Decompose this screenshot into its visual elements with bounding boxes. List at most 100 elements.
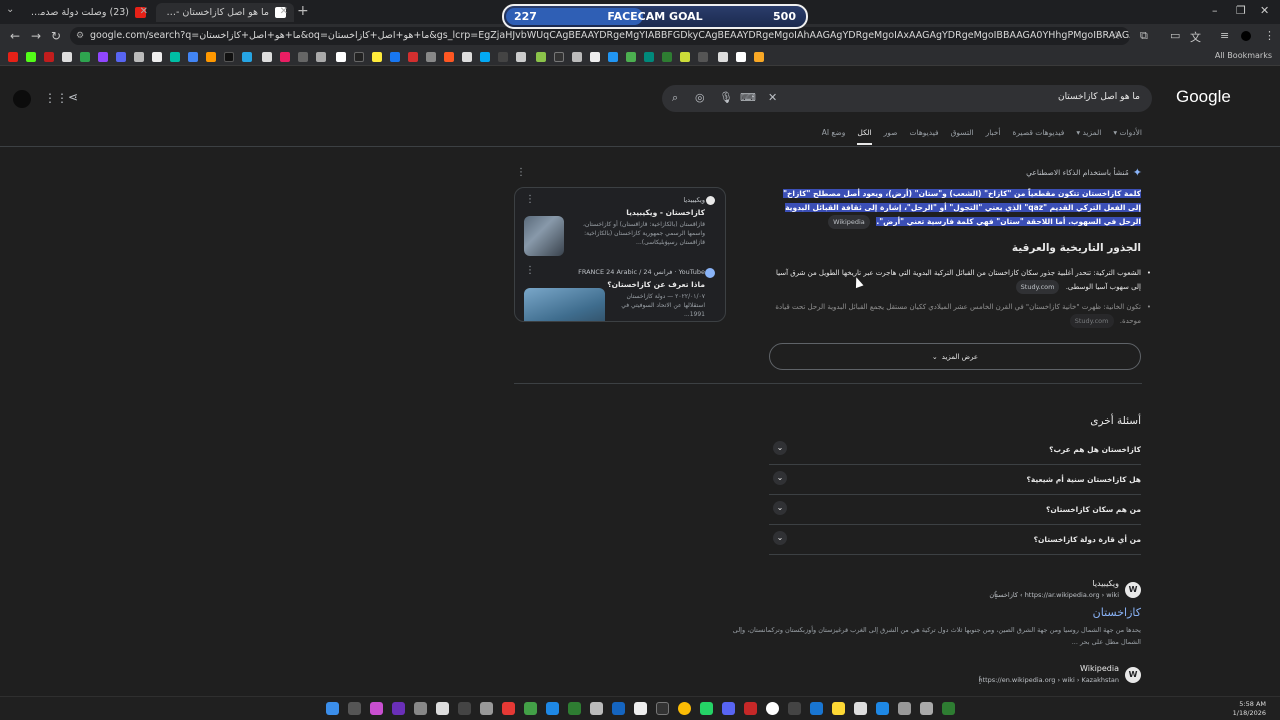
- reload-button[interactable]: ↻: [51, 29, 61, 43]
- tab-news[interactable]: أخبار: [986, 128, 1001, 145]
- tab-videos[interactable]: فيديوهات: [910, 128, 939, 145]
- question-item[interactable]: من أي قارة دولة كازاخستان؟ ⌄: [769, 525, 1141, 555]
- translate-icon[interactable]: 文: [1190, 29, 1201, 45]
- bookmark-icon[interactable]: [498, 52, 508, 62]
- bookmark-icon[interactable]: [698, 52, 708, 62]
- taskbar-app-icon[interactable]: [524, 702, 537, 715]
- taskbar-app-icon[interactable]: [414, 702, 427, 715]
- address-bar[interactable]: ⚙ google.com/search?q=ما+هو+اصل+كازاخستا…: [70, 27, 1130, 45]
- share-icon[interactable]: ⋖: [68, 90, 78, 104]
- bookmark-icon[interactable]: [354, 52, 364, 62]
- search-input[interactable]: ما هو اصل كازاخستان: [1058, 92, 1140, 102]
- bookmark-icon[interactable]: [336, 52, 346, 62]
- chevron-down-icon[interactable]: ⌄: [773, 471, 787, 485]
- tab-more[interactable]: المزيد ▾: [1076, 128, 1101, 145]
- obs-icon[interactable]: [766, 702, 779, 715]
- settings-icon[interactable]: [920, 702, 933, 715]
- close-tab-icon[interactable]: ✕: [140, 6, 148, 17]
- bookmark-icon[interactable]: [736, 52, 746, 62]
- bookmark-x-icon[interactable]: [152, 52, 162, 62]
- tab-youtube[interactable]: (23) وصلت دولة صدمت العالم kz ✕: [22, 3, 154, 22]
- result-site[interactable]: Wikipedia: [1080, 664, 1119, 673]
- menu-icon[interactable]: ⋮: [1264, 29, 1275, 42]
- bookmark-icon[interactable]: [242, 52, 252, 62]
- apps-grid-icon[interactable]: ⋮⋮: [44, 91, 68, 105]
- bookmark-icon[interactable]: [662, 52, 672, 62]
- bookmark-icon[interactable]: [316, 52, 326, 62]
- taskbar-app-icon[interactable]: [634, 702, 647, 715]
- new-tab-button[interactable]: +: [297, 3, 309, 19]
- bookmark-icon[interactable]: [44, 52, 54, 62]
- source-chip[interactable]: Study.com: [1069, 314, 1114, 328]
- tab-shopping[interactable]: التسوق: [951, 128, 974, 145]
- question-item[interactable]: هل كازاخستان سنية أم شيعية؟ ⌄: [769, 465, 1141, 495]
- taskbar-app-icon[interactable]: [590, 702, 603, 715]
- bookmark-icon[interactable]: [572, 52, 582, 62]
- source-chip[interactable]: Wikipedia: [828, 215, 870, 229]
- avatar[interactable]: [13, 90, 31, 108]
- bookmark-icon[interactable]: [644, 52, 654, 62]
- taskbar-app-icon[interactable]: [788, 702, 801, 715]
- bookmark-icon[interactable]: [170, 52, 180, 62]
- file-explorer-icon[interactable]: [832, 702, 845, 715]
- bookmark-tiktok-icon[interactable]: [224, 52, 234, 62]
- bookmark-icon[interactable]: [444, 52, 454, 62]
- show-more-button[interactable]: عرض المزيد ⌄: [769, 343, 1141, 370]
- taskbar-app-icon[interactable]: [898, 702, 911, 715]
- result-title[interactable]: كازاخستان: [1093, 606, 1141, 619]
- chrome-icon[interactable]: [678, 702, 691, 715]
- bookmark-icon[interactable]: [426, 52, 436, 62]
- bookmark-icon[interactable]: [516, 52, 526, 62]
- taskbar-app-icon[interactable]: [744, 702, 757, 715]
- question-item[interactable]: من هم سكان كازاخستان؟ ⌄: [769, 495, 1141, 525]
- taskbar-app-icon[interactable]: [854, 702, 867, 715]
- tab-short-videos[interactable]: فيديوهات قصيرة: [1012, 128, 1064, 145]
- taskbar-app-icon[interactable]: [458, 702, 471, 715]
- tab-ai-mode[interactable]: وضع AI: [822, 128, 846, 145]
- taskbar-app-icon[interactable]: [502, 702, 515, 715]
- card-thumbnail[interactable]: [524, 216, 564, 256]
- taskbar-app-icon[interactable]: [942, 702, 955, 715]
- tab-images[interactable]: صور: [884, 128, 898, 145]
- lens-icon[interactable]: ◎: [695, 91, 705, 104]
- taskbar-app-icon[interactable]: [656, 702, 669, 715]
- search-icon[interactable]: [348, 702, 361, 715]
- site-info-icon[interactable]: ⚙: [76, 27, 84, 45]
- bookmark-icon[interactable]: [536, 52, 546, 62]
- taskbar-app-icon[interactable]: [480, 702, 493, 715]
- cast-icon[interactable]: ▭: [1170, 29, 1180, 42]
- bookmark-icon[interactable]: [80, 52, 90, 62]
- system-clock[interactable]: 5:58 AM 1/18/2026: [1233, 700, 1266, 718]
- bookmark-icon[interactable]: [590, 52, 600, 62]
- start-icon[interactable]: [326, 702, 339, 715]
- bookmark-star-icon[interactable]: ☆: [1111, 29, 1121, 42]
- search-icon[interactable]: ⌕: [672, 91, 678, 105]
- chevron-down-icon[interactable]: ⌄: [773, 501, 787, 515]
- chevron-down-icon[interactable]: ⌄: [773, 441, 787, 455]
- chevron-down-icon[interactable]: ⌄: [773, 531, 787, 545]
- more-options-icon[interactable]: ⋮: [516, 167, 526, 178]
- tab-tools[interactable]: الأدوات ▾: [1113, 128, 1142, 145]
- bookmark-icon[interactable]: [626, 52, 636, 62]
- bookmark-icon[interactable]: [754, 52, 764, 62]
- bookmark-icon[interactable]: [298, 52, 308, 62]
- taskbar-app-icon[interactable]: [392, 702, 405, 715]
- bookmark-icon[interactable]: [188, 52, 198, 62]
- close-tab-icon[interactable]: ✕: [280, 6, 288, 17]
- bookmark-icon[interactable]: [718, 52, 728, 62]
- bookmark-youtube-icon[interactable]: [8, 52, 18, 62]
- all-bookmarks[interactable]: All Bookmarks: [1215, 51, 1272, 60]
- steam-icon[interactable]: [612, 702, 625, 715]
- taskbar-app-icon[interactable]: [370, 702, 383, 715]
- bookmark-icon[interactable]: [680, 52, 690, 62]
- reading-list-icon[interactable]: ≡: [1220, 29, 1229, 42]
- taskbar-app-icon[interactable]: [568, 702, 581, 715]
- google-logo[interactable]: Google: [1176, 87, 1231, 107]
- search-box[interactable]: ⌕ ◎ 🎙︎ ⌨ ✕ ما هو اصل كازاخستان: [662, 85, 1152, 112]
- microphone-icon[interactable]: 🎙︎: [719, 91, 733, 104]
- more-options-icon[interactable]: ⋮: [975, 675, 985, 686]
- tab-search-icon[interactable]: ⌄: [6, 4, 14, 15]
- bookmark-icon[interactable]: [372, 52, 382, 62]
- taskbar-app-icon[interactable]: [810, 702, 823, 715]
- bookmark-icon[interactable]: [280, 52, 290, 62]
